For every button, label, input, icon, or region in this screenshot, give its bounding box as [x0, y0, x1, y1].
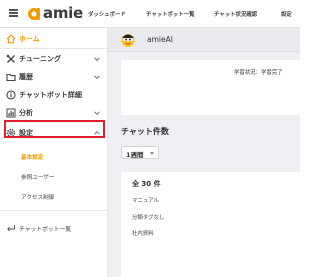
sidebar-item-label: 履歴	[19, 73, 33, 81]
sidebar-sub-basic-settings[interactable]: 基本設定	[21, 153, 43, 161]
return-arrow-icon	[7, 225, 15, 232]
bot-header: amieAI	[108, 28, 300, 52]
chat-count-heading: チャット件数	[121, 127, 169, 136]
sidebar-item-home[interactable]: ホーム	[0, 30, 108, 48]
nav-chatbot-list[interactable]: チャットボット一覧	[146, 10, 194, 18]
amie-logo-icon[interactable]	[27, 6, 41, 21]
tools-icon	[6, 54, 15, 63]
sidebar-item-label: チャットボット詳細	[19, 91, 82, 99]
sidebar-sub-access-control[interactable]: アクセス制御	[21, 193, 54, 201]
list-item: マニュアル	[132, 198, 159, 204]
nav-dashboard[interactable]: ダッシュボード	[88, 10, 126, 18]
caret-down-icon	[150, 152, 154, 155]
chart-icon	[6, 108, 16, 118]
learning-status-card: 学習状況：学習完了	[121, 60, 300, 115]
chevron-down-icon[interactable]	[93, 109, 101, 117]
folder-icon	[6, 73, 16, 82]
divider	[0, 210, 108, 211]
sidebar-item-label: チューニング	[19, 55, 61, 63]
sidebar: ホーム チューニング 履歴 チャットボット詳細 分析 設定 基本設定 参照ユーザ…	[0, 28, 108, 277]
sidebar-sub-reference-users[interactable]: 参照ユーザー	[21, 173, 54, 181]
nav-settings[interactable]: 設定	[281, 10, 292, 18]
sidebar-item-history[interactable]: 履歴	[0, 68, 108, 86]
sidebar-back-label: チャットボット一覧	[19, 227, 72, 233]
period-select-value: 1週間	[126, 151, 144, 159]
learning-status-text: 学習状況：学習完了	[234, 70, 283, 76]
bot-name: amieAI	[147, 35, 173, 44]
sidebar-item-tuning[interactable]: チューニング	[0, 50, 108, 68]
divider	[0, 48, 108, 49]
chat-count-card: 全 30 件 マニュアル 分類タグなし 社内資料	[121, 172, 300, 277]
sidebar-item-label: 分析	[19, 109, 33, 117]
hamburger-menu-icon[interactable]	[9, 9, 18, 17]
list-item: 社内資料	[132, 231, 154, 237]
period-select[interactable]: 1週間	[121, 146, 159, 159]
bot-avatar-icon	[121, 34, 135, 47]
logo-text[interactable]: amie	[43, 4, 83, 22]
chat-count-total: 全 30 件	[132, 180, 161, 188]
home-icon	[6, 34, 16, 44]
sidebar-item-chatbot-detail[interactable]: チャットボット詳細	[0, 86, 108, 104]
list-item: 分類タグなし	[132, 215, 165, 221]
chevron-down-icon[interactable]	[93, 73, 101, 81]
top-bar: amie ダッシュボード チャットボット一覧 チャット状況確認 設定	[0, 0, 300, 28]
nav-chat-status[interactable]: チャット状況確認	[214, 10, 257, 18]
highlight-box	[4, 120, 105, 138]
sidebar-item-label: ホーム	[19, 35, 40, 43]
info-icon	[6, 90, 16, 100]
sidebar-back-to-chatbot-list[interactable]: チャットボット一覧	[0, 219, 108, 237]
chevron-down-icon[interactable]	[93, 55, 101, 63]
